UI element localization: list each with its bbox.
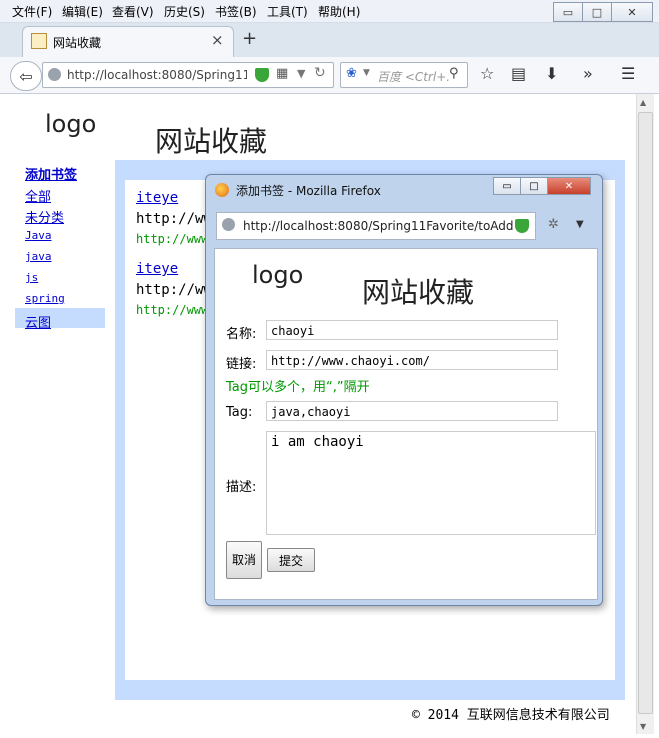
page-title: 网站收藏 (155, 125, 268, 158)
submit-button[interactable]: 提交 (267, 548, 315, 572)
shield-icon (515, 219, 529, 233)
bookmark-url: http://www.iteye.com (136, 282, 206, 298)
scroll-up-icon[interactable]: ▲ (640, 98, 646, 107)
popup-window-controls: ▭ □ ✕ (493, 177, 591, 195)
globe-icon (48, 68, 61, 81)
qr-icon[interactable]: ▦ (276, 66, 288, 81)
sidebar-item-cloud[interactable]: 云图 (25, 312, 51, 331)
reload-icon[interactable]: ↻ (314, 65, 326, 81)
menu-edit[interactable]: 编辑(E) (62, 3, 103, 20)
sidebar-item-spring[interactable]: spring (25, 292, 65, 305)
favicon-icon (31, 33, 47, 49)
dropdown-icon[interactable]: ▼ (576, 219, 584, 230)
window-controls: ▭ □ ✕ (553, 2, 653, 22)
scrollbar-thumb[interactable] (638, 112, 653, 714)
tab-title: 网站收藏 (53, 36, 102, 50)
name-input[interactable]: chaoyi (266, 320, 558, 340)
add-bookmark-popup: 添加书签 - Mozilla Firefox ▭ □ ✕ http://loca… (205, 174, 603, 606)
sidebar-item-js[interactable]: js (25, 271, 38, 284)
menu-help[interactable]: 帮助(H) (318, 3, 360, 20)
scroll-down-icon[interactable]: ▼ (640, 722, 646, 731)
menu-file[interactable]: 文件(F) (12, 3, 52, 20)
site-logo: logo (45, 110, 97, 138)
overflow-icon[interactable]: » (583, 64, 593, 83)
description-textarea[interactable]: i am chaoyi (266, 431, 596, 535)
menu-icon[interactable]: ☰ (621, 64, 635, 83)
tag-input[interactable]: java,chaoyi (266, 401, 558, 421)
paw-icon: ❀ (346, 66, 357, 81)
tab-favorites[interactable]: 网站收藏 × (22, 26, 234, 57)
shield-icon (255, 68, 269, 82)
bookmark-tags: http://www (136, 303, 206, 317)
bookmark-title[interactable]: iteye (136, 261, 178, 277)
back-icon: ⇦ (19, 66, 33, 86)
popup-url-bar[interactable]: http://localhost:8080/Spring11Favorite/t… (216, 212, 536, 240)
globe-icon (222, 218, 235, 231)
tab-close-icon[interactable]: × (211, 31, 224, 49)
description-label: 描述: (226, 480, 257, 495)
popup-window-title: 添加书签 - Mozilla Firefox (236, 184, 381, 198)
cancel-button[interactable]: 取消 (226, 541, 262, 579)
maximize-button[interactable]: □ (582, 2, 612, 22)
link-label: 链接: (226, 357, 257, 372)
download-icon[interactable]: ⬇ (545, 64, 558, 83)
search-bar[interactable]: ❀ ▼ 百度 <Ctrl+. ⚲ (340, 62, 468, 88)
new-tab-button[interactable]: + (242, 28, 257, 49)
search-input[interactable]: 百度 <Ctrl+. (377, 68, 450, 85)
name-label: 名称: (226, 327, 257, 342)
sidebar-item-all[interactable]: 全部 (25, 186, 51, 205)
menu-history[interactable]: 历史(S) (164, 3, 205, 20)
close-button[interactable]: ✕ (611, 2, 653, 22)
tag-hint: Tag可以多个，用“,”隔开 (226, 380, 370, 395)
sidebar-item-java[interactable]: java (25, 250, 52, 263)
sidebar-item-uncategorized[interactable]: 未分类 (25, 207, 64, 226)
back-button[interactable]: ⇦ (10, 61, 42, 91)
menu-tools[interactable]: 工具(T) (267, 3, 308, 20)
popup-page-title: 网站收藏 (362, 276, 475, 309)
bug-icon[interactable]: ✲ (548, 217, 559, 232)
popup-maximize-button[interactable]: □ (520, 177, 548, 195)
sidebar-item-add-bookmark[interactable]: 添加书签 (25, 164, 77, 183)
popup-minimize-button[interactable]: ▭ (493, 177, 521, 195)
url-bar[interactable]: http://localhost:8080/Spring11F ▦ ▼ ↻ (42, 62, 334, 88)
popup-url-text: http://localhost:8080/Spring11Favorite/t… (243, 219, 514, 233)
bookmark-tags: http://www (136, 232, 206, 246)
minimize-button[interactable]: ▭ (553, 2, 583, 22)
search-engine-dropdown-icon[interactable]: ▼ (363, 68, 370, 78)
star-icon[interactable]: ☆ (480, 64, 494, 83)
search-icon[interactable]: ⚲ (449, 66, 459, 81)
popup-logo: logo (252, 261, 304, 289)
dropdown-icon[interactable]: ▼ (297, 67, 305, 80)
link-input[interactable]: http://www.chaoyi.com/ (266, 350, 558, 370)
bookmark-url: http://www.iteye.com (136, 211, 206, 227)
menu-bookmarks[interactable]: 书签(B) (215, 3, 257, 20)
tag-label: Tag: (226, 405, 253, 420)
url-text: http://localhost:8080/Spring11F (67, 68, 247, 82)
menu-view[interactable]: 查看(V) (112, 3, 154, 20)
sidebar-item-java-upper[interactable]: Java (25, 229, 52, 242)
firefox-icon (215, 183, 229, 197)
footer-copyright: © 2014 互联网信息技术有限公司 (412, 708, 610, 723)
popup-close-button[interactable]: ✕ (547, 177, 591, 195)
bookmark-title[interactable]: iteye (136, 190, 178, 206)
reader-icon[interactable]: ▤ (511, 64, 526, 83)
